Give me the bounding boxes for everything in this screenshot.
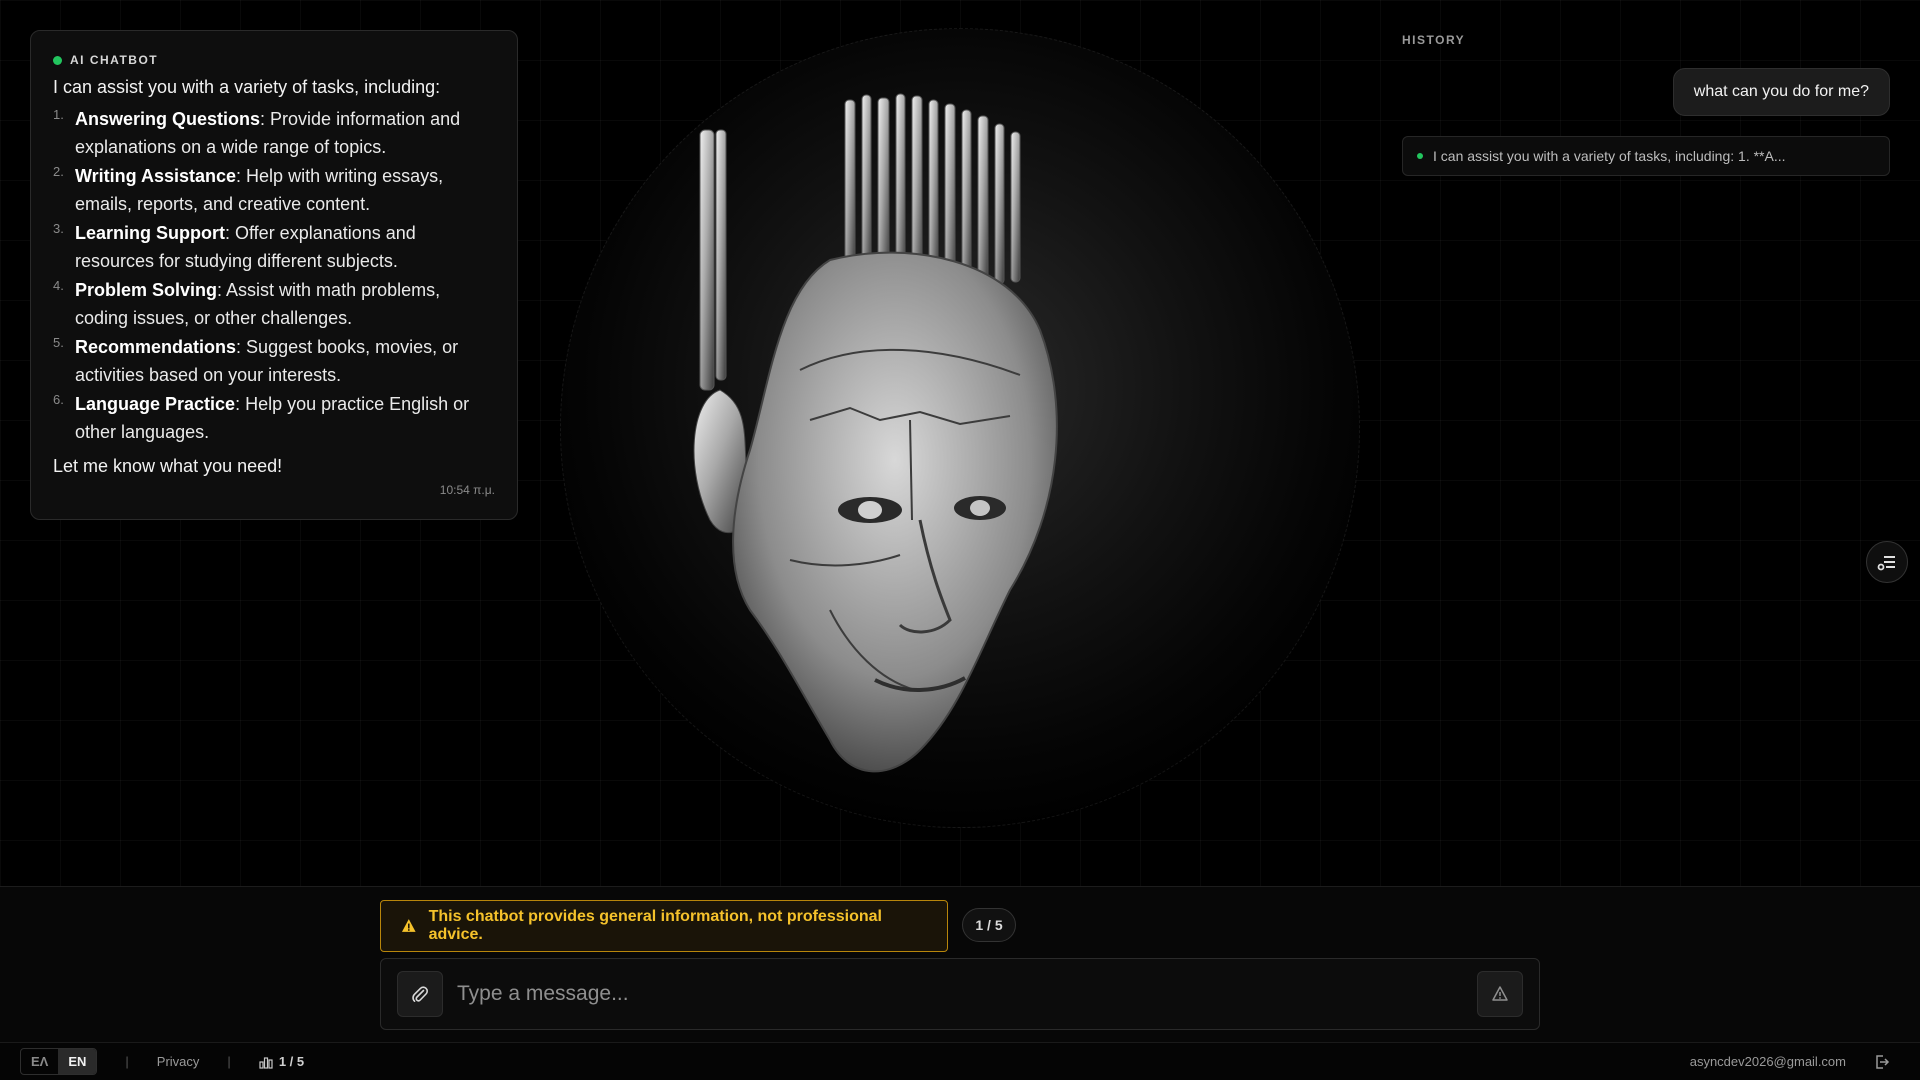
- privacy-link[interactable]: Privacy: [157, 1054, 200, 1069]
- send-button[interactable]: [1477, 971, 1523, 1017]
- list-item: 5. Recommendations: Suggest books, movie…: [53, 333, 495, 389]
- online-status-icon: [53, 55, 62, 65]
- user-email: asyncdev2026@gmail.com: [1689, 1054, 1846, 1069]
- lang-el-button[interactable]: ΕΛ: [21, 1049, 58, 1074]
- bot-name: AI CHATBOT: [70, 53, 159, 67]
- logout-icon: [1876, 1054, 1890, 1069]
- logout-button[interactable]: [1874, 1054, 1890, 1070]
- bot-header: AI CHATBOT: [53, 53, 495, 67]
- list-item: 6. Language Practice: Help you practice …: [53, 390, 495, 446]
- list-item: 4. Problem Solving: Assist with math pro…: [53, 276, 495, 332]
- list-item: 2. Writing Assistance: Help with writing…: [53, 162, 495, 218]
- list-item-number: 1.: [53, 107, 64, 122]
- disclaimer-text: This chatbot provides general informatio…: [428, 908, 882, 943]
- attach-button[interactable]: [397, 971, 443, 1017]
- history-entry-preview: I can assist you with a variety of tasks…: [1433, 148, 1786, 164]
- list-item-title: Language Practice: [75, 394, 236, 414]
- message-composer: [380, 958, 1540, 1030]
- warning-icon: [401, 919, 416, 932]
- history-entry[interactable]: I can assist you with a variety of tasks…: [1402, 136, 1890, 176]
- robot-head-illustration: [693, 93, 1058, 773]
- list-item: 3. Learning Support: Offer explanations …: [53, 219, 495, 275]
- history-label: HISTORY: [1402, 33, 1466, 47]
- message-timestamp: 10:54 π.μ.: [439, 483, 495, 497]
- list-item-title: Writing Assistance: [75, 166, 237, 186]
- send-icon: [1492, 986, 1508, 1001]
- divider: |: [125, 1054, 129, 1069]
- status-dot-icon: [1417, 153, 1423, 159]
- user-message-bubble[interactable]: what can you do for me?: [1672, 68, 1890, 116]
- list-item-title: Recommendations: [75, 337, 237, 357]
- list-item: 1. Answering Questions: Provide informat…: [53, 105, 495, 161]
- message-input[interactable]: [457, 971, 1463, 1017]
- list-item-number: 6.: [53, 392, 64, 407]
- usage-counter: 1 / 5: [259, 1054, 304, 1069]
- list-item-title: Problem Solving: [75, 280, 218, 300]
- sidebar-toggle-icon: [1877, 556, 1895, 571]
- list-item-number: 3.: [53, 221, 64, 236]
- list-item-title: Answering Questions: [75, 109, 261, 129]
- chart-icon: [259, 1056, 273, 1069]
- usage-counter-value: 1 / 5: [278, 1054, 305, 1069]
- divider: |: [227, 1054, 231, 1069]
- task-list: 1. Answering Questions: Provide informat…: [53, 105, 495, 446]
- page-indicator: 1 / 5: [962, 908, 1016, 942]
- attach-icon: [412, 986, 428, 1002]
- bot-outro-text: Let me know what you need!: [53, 456, 283, 476]
- list-item-title: Learning Support: [75, 223, 225, 243]
- list-item-number: 2.: [53, 164, 64, 179]
- bot-intro-text: I can assist you with a variety of tasks…: [53, 77, 441, 97]
- language-switch: ΕΛ EN: [20, 1048, 98, 1075]
- sidebar-toggle-button[interactable]: [1866, 541, 1908, 583]
- lang-en-button[interactable]: EN: [58, 1049, 97, 1074]
- chat-message-card: AI CHATBOT I can assist you with a varie…: [30, 30, 518, 520]
- footer-bar: ΕΛ EN | Privacy | 1 / 5 asyncdev2026@gma…: [0, 1042, 1920, 1080]
- list-item-number: 4.: [53, 278, 64, 293]
- list-item-number: 5.: [53, 335, 64, 350]
- disclaimer-banner: This chatbot provides general informatio…: [380, 900, 948, 952]
